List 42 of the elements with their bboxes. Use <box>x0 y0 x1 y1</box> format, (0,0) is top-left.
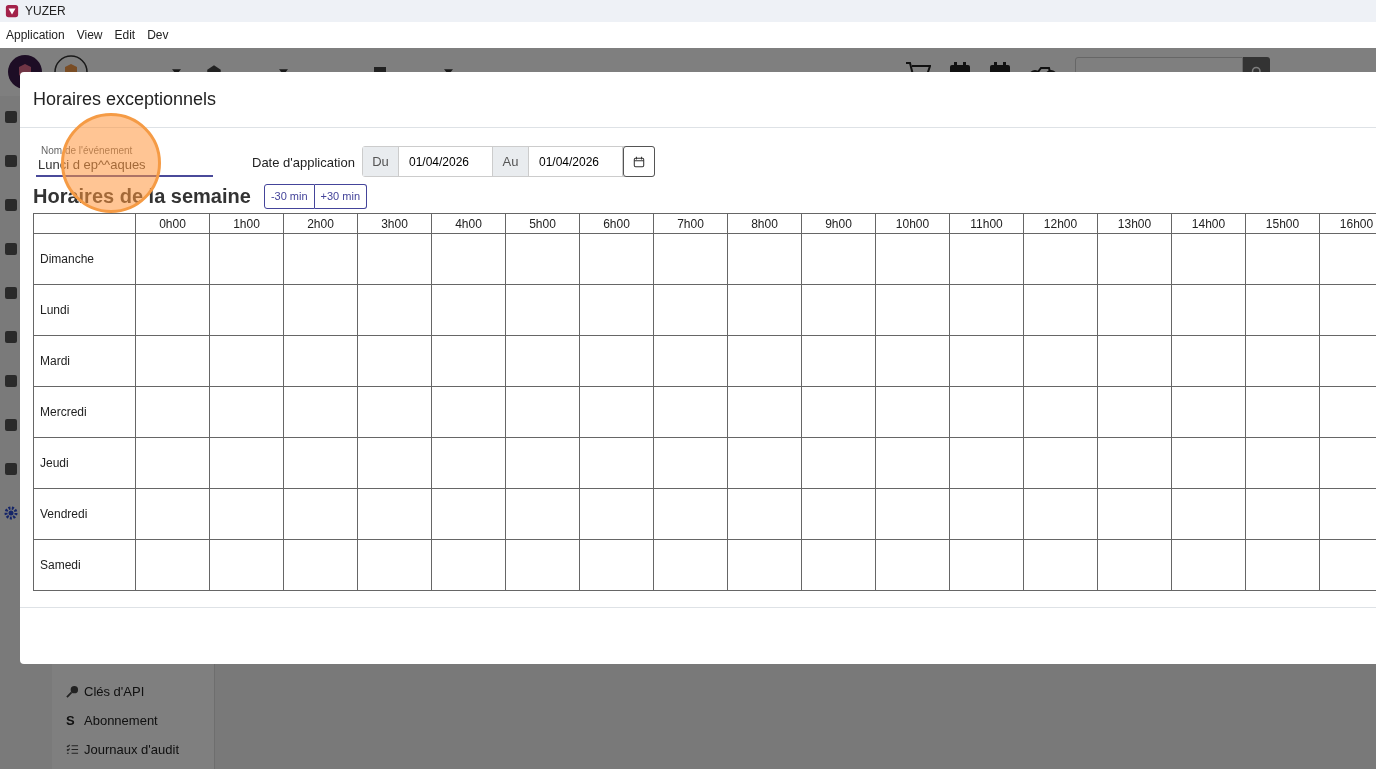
day-cell: Lundi <box>33 284 136 336</box>
column-header: 4h00 <box>431 213 506 234</box>
column-header: 3h00 <box>357 213 432 234</box>
day-cell: Mercredi <box>33 386 136 438</box>
day-cell: Jeudi <box>33 437 136 489</box>
day-cell: Mardi <box>33 335 136 387</box>
to-label: Au <box>492 147 528 176</box>
menu-item[interactable]: Application <box>6 28 65 42</box>
column-header: 16h00 <box>1319 213 1376 234</box>
sidebar-item[interactable]: Journaux d'audit <box>84 742 179 757</box>
from-date-field[interactable]: 01/04/2026 <box>397 147 493 176</box>
dollar-icon: S <box>66 713 79 728</box>
to-date-field[interactable]: 01/04/2026 <box>527 147 623 176</box>
step-button[interactable]: +30 min <box>314 183 368 209</box>
window-title: YUZER <box>25 4 66 18</box>
column-header: 2h00 <box>283 213 358 234</box>
sidebar-item[interactable]: Clés d'API <box>84 684 145 699</box>
column-header: 5h00 <box>505 213 580 234</box>
column-header: 1h00 <box>209 213 284 234</box>
column-header: 9h00 <box>801 213 876 234</box>
day-cell: Samedi <box>33 539 136 591</box>
from-label: Du <box>362 147 398 176</box>
column-header: 11h00 <box>949 213 1024 234</box>
menu-item[interactable]: View <box>76 28 103 42</box>
column-header: 13h00 <box>1097 213 1172 234</box>
field-label: Nom de l'événement <box>41 145 134 156</box>
dialog-title: Horaires exceptionnels <box>33 89 217 110</box>
sidebar-item[interactable]: Abonnement <box>84 713 158 728</box>
date-label: Date d'application <box>252 155 355 170</box>
column-header: 14h00 <box>1171 213 1246 234</box>
column-header: 8h00 <box>727 213 802 234</box>
column-header: 6h00 <box>579 213 654 234</box>
column-header: 7h00 <box>653 213 728 234</box>
step-button[interactable]: -30 min <box>263 183 315 209</box>
menu-item[interactable]: Edit <box>114 28 136 42</box>
menu-item[interactable]: Dev <box>147 28 169 42</box>
day-cell: Dimanche <box>33 233 136 285</box>
column-header: 10h00 <box>875 213 950 234</box>
column-header: 0h00 <box>135 213 210 234</box>
column-header: 12h00 <box>1023 213 1098 234</box>
day-cell: Vendredi <box>33 488 136 540</box>
column-header: 15h00 <box>1245 213 1320 234</box>
